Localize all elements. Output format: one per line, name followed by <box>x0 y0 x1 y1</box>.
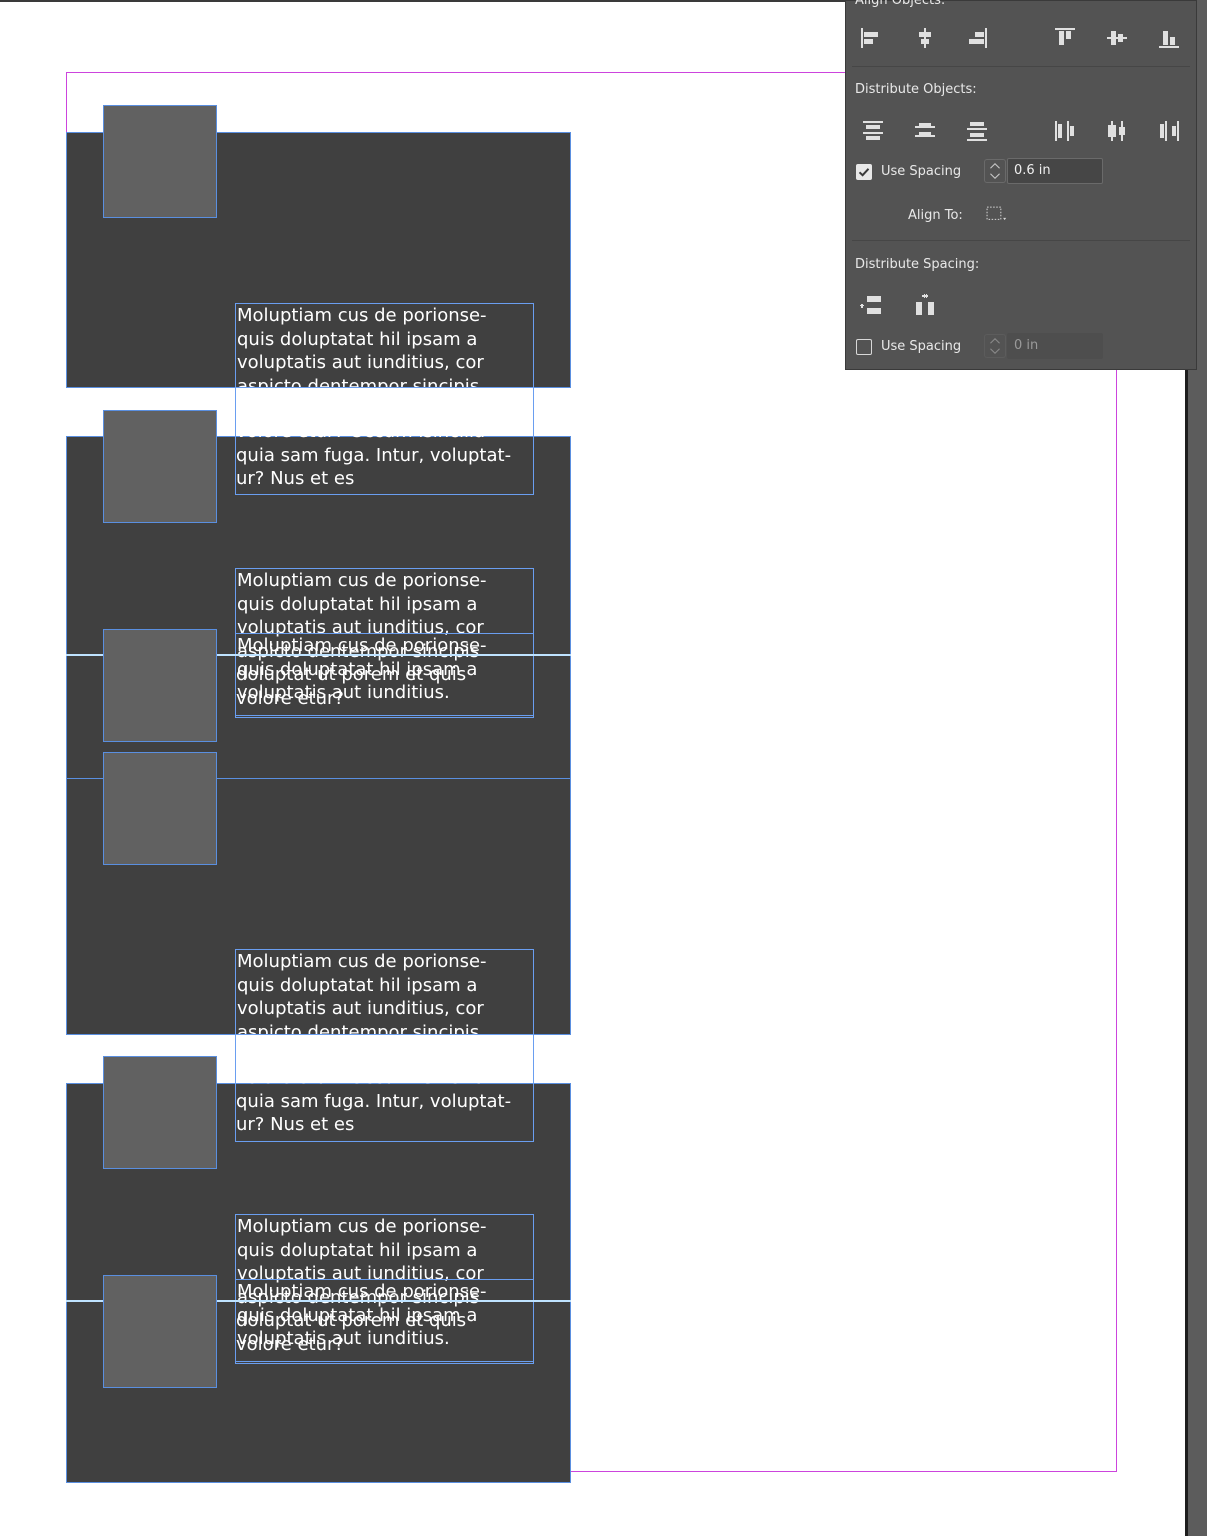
image-placeholder[interactable] <box>103 1056 217 1169</box>
distribute-horizontal-space-icon[interactable] <box>912 292 938 318</box>
image-placeholder[interactable] <box>103 105 217 218</box>
distribute-objects-label: Distribute Objects: <box>855 82 977 97</box>
distribute-vertical-centers-icon[interactable] <box>912 118 938 144</box>
image-placeholder[interactable] <box>103 1275 217 1388</box>
align-panel: Align Objects: Distribute Objects: Use S… <box>845 0 1197 370</box>
use-spacing-label-2: Use Spacing <box>881 339 962 354</box>
align-horizontal-centers-icon[interactable] <box>912 25 938 51</box>
use-spacing-checkbox-2[interactable] <box>856 339 872 355</box>
distribute-horizontal-centers-icon[interactable] <box>1104 118 1130 144</box>
distribute-spacing-label: Distribute Spacing: <box>855 257 980 272</box>
spacing-value-field[interactable]: 0.6 in <box>1007 158 1103 184</box>
distribute-right-edges-icon[interactable] <box>1156 118 1182 144</box>
align-top-edges-icon[interactable] <box>1052 25 1078 51</box>
text-frame-overflow: doluptat ut porem et quis volore etur? <box>236 1310 467 1355</box>
align-left-edges-icon[interactable] <box>858 25 884 51</box>
use-spacing-checkbox[interactable] <box>856 164 872 180</box>
use-spacing-label: Use Spacing <box>881 164 962 179</box>
distribute-bottom-edges-icon[interactable] <box>964 118 990 144</box>
image-placeholder[interactable] <box>103 752 217 865</box>
spacing-stepper[interactable] <box>984 159 1006 183</box>
image-placeholder[interactable] <box>103 629 217 742</box>
align-to-selection-icon[interactable] <box>984 201 1018 227</box>
text-frame-overflow: doluptat ut porem et quis volore etur? <box>236 664 467 709</box>
text-frame-overflow: volore etur? Occum isincilia quia sam fu… <box>236 1067 512 1135</box>
align-right-edges-icon[interactable] <box>964 25 990 51</box>
align-to-label: Align To: <box>908 208 963 223</box>
panel-separator <box>852 240 1190 241</box>
text-frame-overflow: volore etur? Occum isincilia quia sam fu… <box>236 421 512 489</box>
align-objects-label: Align Objects: <box>855 0 946 8</box>
spacing-value-field-2[interactable]: 0 in <box>1007 333 1103 359</box>
align-bottom-edges-icon[interactable] <box>1156 25 1182 51</box>
distribute-left-edges-icon[interactable] <box>1052 118 1078 144</box>
image-placeholder[interactable] <box>103 410 217 523</box>
align-vertical-centers-icon[interactable] <box>1104 25 1130 51</box>
distribute-top-edges-icon[interactable] <box>860 118 886 144</box>
panel-separator <box>852 66 1190 67</box>
spacing-stepper-2[interactable] <box>984 334 1006 358</box>
distribute-vertical-space-icon[interactable] <box>858 292 884 318</box>
